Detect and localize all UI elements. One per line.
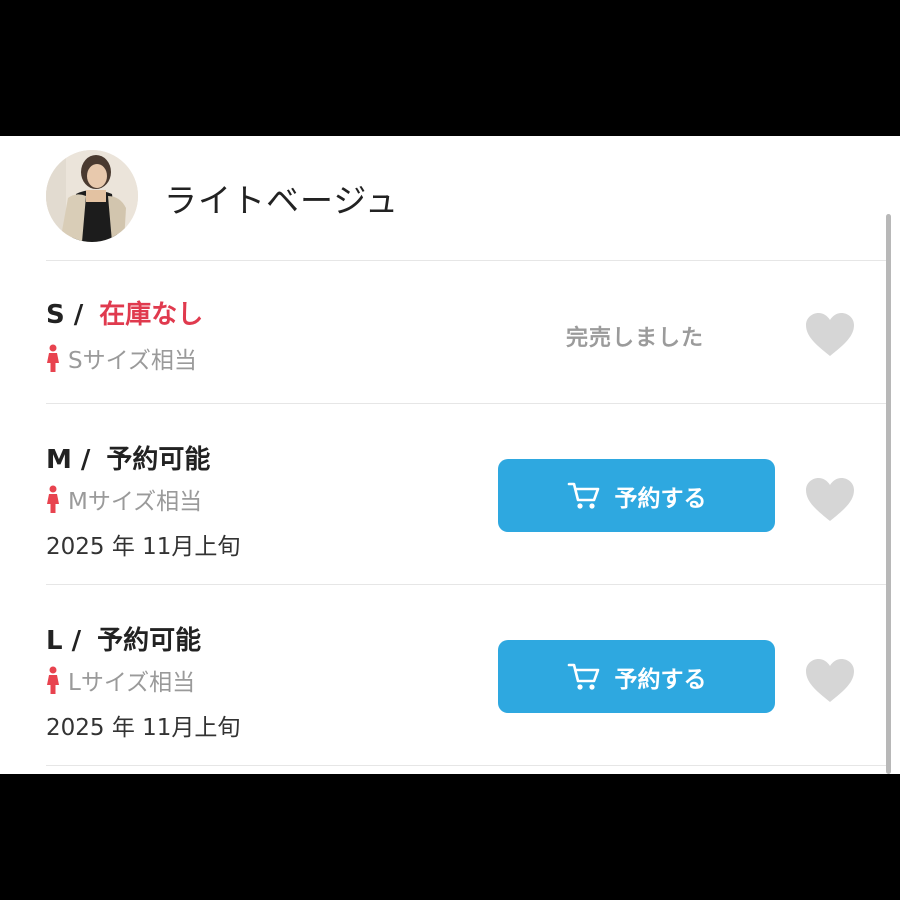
favorite-heart-icon[interactable] [805,312,855,358]
size-code: S / [46,300,84,330]
model-photo-icon [46,150,138,242]
scrollbar[interactable] [886,214,891,774]
divider [46,765,890,766]
reserve-button[interactable]: 予約する [498,459,775,532]
size-title: M / 予約可能 [46,439,210,476]
cart-icon [567,482,599,509]
avatar [46,150,138,242]
size-row-m: M / 予約可能 Mサイズ相当 2025 年 11月上旬 予約する [0,404,900,584]
size-fit-label: Mサイズ相当 [68,489,203,515]
person-icon [47,344,59,372]
cart-icon [567,663,599,690]
size-fit: Lサイズ相当 [46,663,195,697]
size-fit-label: Sサイズ相当 [68,348,197,374]
size-row-l: L / 予約可能 Lサイズ相当 2025 年 11月上旬 予約する [0,585,900,765]
sold-out-label: 完売しました [566,326,705,351]
size-code: M / [46,445,91,475]
size-code: L / [46,626,82,656]
reserve-button-label: 予約する [614,666,707,693]
size-fit-label: Lサイズ相当 [68,670,196,696]
size-row-s: S / 在庫なし Sサイズ相当 完売しました [0,261,900,403]
stock-status: 予約可能 [97,626,202,656]
availability-date: 2025 年 11月上旬 [46,715,241,741]
size-fit: Sサイズ相当 [46,341,197,375]
stock-status: 予約可能 [106,445,211,475]
variant-panel: ライトベージュ S / 在庫なし Sサイズ相当 完売しました M / 予約可能 [0,136,900,774]
stock-status: 在庫なし [99,300,204,330]
person-icon [47,485,59,513]
favorite-heart-icon[interactable] [805,477,855,523]
size-title: L / 予約可能 [46,620,201,657]
person-icon [47,666,59,694]
color-name: ライトベージュ [164,181,400,220]
favorite-heart-icon[interactable] [805,658,855,704]
reserve-button-label: 予約する [614,485,707,512]
size-fit: Mサイズ相当 [46,482,202,516]
size-title: S / 在庫なし [46,294,203,331]
reserve-button[interactable]: 予約する [498,640,775,713]
color-header: ライトベージュ [0,136,900,261]
availability-date: 2025 年 11月上旬 [46,534,241,560]
